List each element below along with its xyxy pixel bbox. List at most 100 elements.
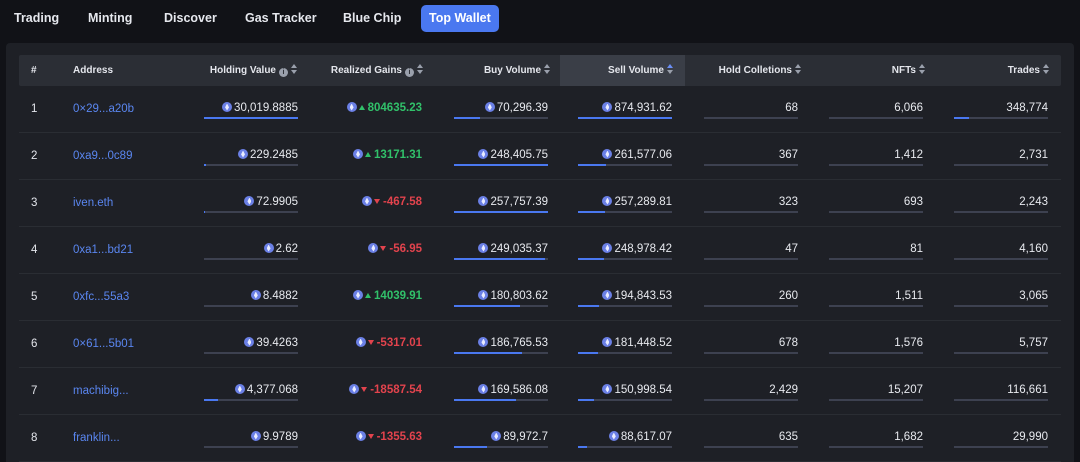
eth-icon [602,290,613,300]
gain-cell: -5317.01 [282,321,422,368]
trades-bar [954,258,1048,260]
sort-asc-icon[interactable] [667,64,673,74]
sell-bar-fill [578,305,599,307]
col-sell-volume-label: Sell Volume [608,65,664,76]
tab-minting[interactable]: Minting [88,5,132,32]
info-icon[interactable]: i [279,68,288,77]
sell-cell: 181,448.52 [532,321,672,368]
trades-text: 348,774 [1006,102,1048,114]
col-rank: # [31,65,37,76]
eth-icon [602,149,613,159]
wallet-address-link[interactable]: iven.eth [73,180,113,227]
eth-icon [478,196,489,206]
rank: 6 [31,338,38,350]
trades-cell: 2,243 [908,180,1048,227]
wallet-address-link[interactable]: franklin... [73,415,120,462]
sell-cell: 88,617.07 [532,415,672,462]
wallet-address-link[interactable]: machibig... [73,368,129,415]
sort-icon[interactable] [1043,64,1049,74]
table-row: 5 0xfc...55a3 8.4882 14039.91 180,803.62 194,… [19,274,1061,321]
trades-bar [954,211,1048,213]
info-icon[interactable]: i [405,68,414,77]
sort-icon[interactable] [544,64,550,74]
sort-icon[interactable] [795,64,801,74]
tab-discover[interactable]: Discover [164,5,217,32]
tab-top-wallet[interactable]: Top Wallet [421,5,499,32]
eth-icon [491,431,502,441]
buy-cell: 186,765.53 [408,321,548,368]
col-buy-volume-label: Buy Volume [483,65,541,76]
eth-icon [602,337,613,347]
trades-value: 4,160 [1019,242,1048,256]
sort-icon[interactable] [291,64,297,74]
sell-bar-fill [578,399,594,401]
arrow-up-icon [358,105,365,110]
col-trades[interactable]: Trades [949,55,1049,86]
gain-cell: 804635.23 [282,86,422,133]
holding-cell: 9.9789 [158,415,298,462]
eth-icon [608,431,619,441]
collections-cell: 260 [658,274,798,321]
wallet-address-link[interactable]: 0xa1...bd21 [73,227,133,274]
col-realized-gains[interactable]: Realized Gains i [309,55,423,86]
trades-bar [954,164,1048,166]
col-hold-collections[interactable]: Hold Colletions [689,55,801,86]
eth-icon [234,384,245,394]
wallet-address-link[interactable]: 0×61...5b01 [73,321,134,368]
col-nfts[interactable]: NFTs [819,55,925,86]
rank: 5 [31,291,38,303]
nfts-cell: 1,412 [783,133,923,180]
trades-text: 116,661 [1007,384,1048,396]
collections-cell: 635 [658,415,798,462]
rank: 8 [31,432,38,444]
sort-icon[interactable] [919,64,925,74]
nfts-cell: 15,207 [783,368,923,415]
eth-icon [361,196,372,206]
wallet-address-link[interactable]: 0xfc...55a3 [73,274,129,321]
wallet-address-link[interactable]: 0xa9...0c89 [73,133,132,180]
col-buy-volume[interactable]: Buy Volume [439,55,550,86]
holding-cell: 30,019.8885 [158,86,298,133]
wallet-address-link[interactable]: 0×29...a20b [73,86,134,133]
col-hold-collections-label: Hold Colletions [718,65,792,76]
col-holding-value-label: Holding Value [209,65,276,76]
gain-cell: 14039.91 [282,274,422,321]
holding-cell: 4,377.068 [158,368,298,415]
eth-icon [222,102,233,112]
holding-cell: 39.4263 [158,321,298,368]
nfts-cell: 6,066 [783,86,923,133]
trades-cell: 29,990 [908,415,1048,462]
arrow-down-icon [361,387,368,392]
col-address: Address [73,65,114,76]
col-holding-value[interactable]: Holding Value i [179,55,297,86]
table-row: 1 0×29...a20b 30,019.8885 804635.23 70,296.3… [19,86,1061,133]
col-sell-volume[interactable]: Sell Volume [560,55,685,86]
trades-cell: 348,774 [908,86,1048,133]
trades-bar [954,352,1048,354]
gain-cell: -1355.63 [282,415,422,462]
sell-cell: 194,843.53 [532,274,672,321]
trades-value: 2,243 [1019,195,1048,209]
sell-bar-fill [578,352,598,354]
arrow-down-icon [373,199,380,204]
buy-cell: 169,586.08 [408,368,548,415]
table-header: # Address Holding Value i Realized Gains i… [19,55,1061,86]
trades-bar [954,446,1048,448]
tab-gas-tracker[interactable]: Gas Tracker [245,5,317,32]
buy-bar-fill [454,399,516,401]
tab-trading[interactable]: Trading [14,5,59,32]
eth-icon [368,243,379,253]
eth-icon [244,196,255,206]
rank: 2 [31,150,38,162]
sell-cell: 874,931.62 [532,86,672,133]
eth-icon [238,149,249,159]
buy-bar-fill [454,305,520,307]
holding-cell: 72.9905 [158,180,298,227]
tab-blue-chip[interactable]: Blue Chip [343,5,401,32]
table-row: 8 franklin... 9.9789 -1355.63 89,972.7 88,617… [19,415,1061,462]
sell-bar-fill [578,164,606,166]
buy-cell: 70,296.39 [408,86,548,133]
rank: 3 [31,197,38,209]
sort-icon[interactable] [417,64,423,74]
trades-bar [954,305,1048,307]
